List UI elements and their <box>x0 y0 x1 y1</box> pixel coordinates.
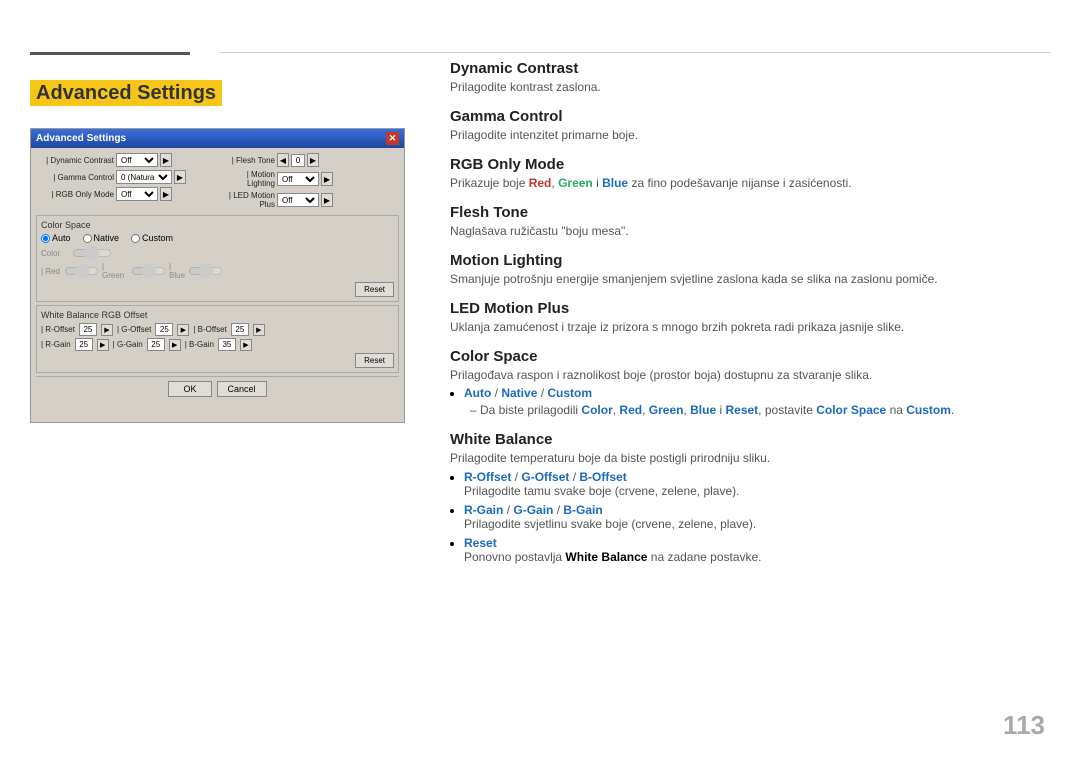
rgb-sliders-row: | Red | Green | Blue <box>41 262 394 280</box>
section-desc-flesh: Naglašava ružičastu "boju mesa". <box>450 224 1045 238</box>
section-desc-dynamic: Prilagodite kontrast zaslona. <box>450 80 1045 94</box>
section-desc-color-space: Prilagođava raspon i raznolikost boje (p… <box>450 368 1045 382</box>
color-space-bullet-1: Auto / Native / Custom <box>464 386 1045 400</box>
white-balance-bullets: R-Offset / G-Offset / B-Offset Prilagodi… <box>450 470 1045 564</box>
red-slider <box>64 265 99 277</box>
color-reset-row: Reset <box>41 282 394 297</box>
dialog-body: | Dynamic Contrast Off ▶ | Gamma Control… <box>31 148 404 406</box>
g-gain-right-btn[interactable]: ▶ <box>169 339 181 351</box>
motion-lighting-right-btn[interactable]: ▶ <box>321 172 333 186</box>
section-title-rgb: RGB Only Mode <box>450 156 1045 173</box>
wb-reset-button[interactable]: Reset <box>355 353 394 368</box>
color-space-radios: Auto Native Custom <box>41 233 394 243</box>
color-space-dash: – Da biste prilagodili Color, Red, Green… <box>470 403 1045 417</box>
dynamic-contrast-right-btn[interactable]: ▶ <box>160 153 172 167</box>
dialog-row-rgb: | RGB Only Mode Off ▶ <box>36 187 215 201</box>
color-inputs-row: Color <box>41 247 394 259</box>
color-slider <box>72 247 112 259</box>
dialog-buttons: OK Cancel <box>36 376 399 401</box>
dialog-row-motion-lighting: | Motion Lighting Off ▶ <box>220 170 399 188</box>
section-color-space: Color Space Prilagođava raspon i raznoli… <box>450 348 1045 417</box>
dialog-screenshot: Advanced Settings ✕ | Dynamic Contrast O… <box>30 128 405 423</box>
led-motion-select[interactable]: Off <box>277 193 319 207</box>
section-led-motion-plus: LED Motion Plus Uklanja zamućenost i trz… <box>450 300 1045 334</box>
b-offset-right-btn[interactable]: ▶ <box>253 324 265 336</box>
content-area: Dynamic Contrast Prilagodite kontrast za… <box>450 60 1045 713</box>
g-offset-right-btn[interactable]: ▶ <box>177 324 189 336</box>
page-title: Advanced Settings <box>30 82 222 105</box>
led-motion-right-btn[interactable]: ▶ <box>321 193 333 207</box>
section-desc-gamma: Prilagodite intenzitet primarne boje. <box>450 128 1045 142</box>
dialog-titlebar: Advanced Settings ✕ <box>31 129 404 148</box>
dialog-left-col: | Dynamic Contrast Off ▶ | Gamma Control… <box>36 153 215 212</box>
dialog-close-button[interactable]: ✕ <box>386 132 399 145</box>
section-desc-white-balance: Prilagodite temperaturu boje da biste po… <box>450 451 1045 465</box>
section-flesh-tone: Flesh Tone Naglašava ružičastu "boju mes… <box>450 204 1045 238</box>
color-space-bullets: Auto / Native / Custom <box>450 386 1045 400</box>
dialog-row-led: | LED Motion Plus Off ▶ <box>220 191 399 209</box>
flesh-tone-right-btn[interactable]: ▶ <box>307 153 319 167</box>
dialog-row-gamma: | Gamma Control 0 (Natural) ▶ <box>36 170 215 184</box>
green-slider <box>131 265 166 277</box>
gamma-control-right-btn[interactable]: ▶ <box>174 170 186 184</box>
color-reset-button[interactable]: Reset <box>355 282 394 297</box>
section-title-white-balance: White Balance <box>450 431 1045 448</box>
flesh-tone-left-btn[interactable]: ◀ <box>277 153 289 167</box>
section-white-balance: White Balance Prilagodite temperaturu bo… <box>450 431 1045 564</box>
section-title-led: LED Motion Plus <box>450 300 1045 317</box>
sidebar-accent-bar <box>30 52 190 55</box>
color-space-auto[interactable]: Auto <box>41 233 71 243</box>
color-space-native[interactable]: Native <box>83 233 120 243</box>
section-motion-lighting: Motion Lighting Smanjuje potrošnju energ… <box>450 252 1045 286</box>
section-rgb-only-mode: RGB Only Mode Prikazuje boje Red, Green … <box>450 156 1045 190</box>
wb-reset-row: Reset <box>41 353 394 368</box>
section-title-gamma: Gamma Control <box>450 108 1045 125</box>
wb-bullet-3: Reset Ponovno postavlja White Balance na… <box>464 536 1045 564</box>
section-title-flesh: Flesh Tone <box>450 204 1045 221</box>
dialog-top-rows: | Dynamic Contrast Off ▶ | Gamma Control… <box>36 153 399 212</box>
motion-lighting-select[interactable]: Off <box>277 172 319 186</box>
b-gain-right-btn[interactable]: ▶ <box>240 339 252 351</box>
dynamic-contrast-select[interactable]: Off <box>116 153 158 167</box>
section-desc-motion-lighting: Smanjuje potrošnju energije smanjenjem s… <box>450 272 1045 286</box>
r-offset-right-btn[interactable]: ▶ <box>101 324 113 336</box>
color-space-custom[interactable]: Custom <box>131 233 173 243</box>
dialog-ok-button[interactable]: OK <box>168 381 211 397</box>
r-gain-right-btn[interactable]: ▶ <box>97 339 109 351</box>
rgb-only-select[interactable]: Off <box>116 187 158 201</box>
dialog-row-dynamic: | Dynamic Contrast Off ▶ <box>36 153 215 167</box>
gamma-control-select[interactable]: 0 (Natural) <box>116 170 172 184</box>
wb-row-1: | R-Offset 25 ▶ | G-Offset 25 ▶ | B-Offs… <box>41 323 394 336</box>
section-desc-led: Uklanja zamućenost i trzaje iz prizora s… <box>450 320 1045 334</box>
color-sliders <box>72 247 112 259</box>
dialog-cancel-button[interactable]: Cancel <box>217 381 267 397</box>
wb-bullet-2: R-Gain / G-Gain / B-Gain Prilagodite svj… <box>464 503 1045 531</box>
page-number: 113 <box>1003 710 1045 741</box>
section-gamma-control: Gamma Control Prilagodite intenzitet pri… <box>450 108 1045 142</box>
blue-slider <box>188 265 223 277</box>
wb-row-2: | R-Gain 25 ▶ | G-Gain 25 ▶ | B-Gain 35 … <box>41 338 394 351</box>
section-dynamic-contrast: Dynamic Contrast Prilagodite kontrast za… <box>450 60 1045 94</box>
dialog-right-col: | Flesh Tone ◀ 0 ▶ | Motion Lighting Off… <box>220 153 399 212</box>
section-desc-rgb: Prikazuje boje Red, Green i Blue za fino… <box>450 176 1045 190</box>
dialog-color-space-group: Color Space Auto Native Custom Color <box>36 215 399 302</box>
wb-bullet-1: R-Offset / G-Offset / B-Offset Prilagodi… <box>464 470 1045 498</box>
section-title-motion-lighting: Motion Lighting <box>450 252 1045 269</box>
dialog-row-flesh: | Flesh Tone ◀ 0 ▶ <box>220 153 399 167</box>
dialog-wb-group: White Balance RGB Offset | R-Offset 25 ▶… <box>36 305 399 373</box>
section-title-dynamic: Dynamic Contrast <box>450 60 1045 77</box>
top-divider <box>220 52 1050 53</box>
section-title-color-space: Color Space <box>450 348 1045 365</box>
rgb-only-right-btn[interactable]: ▶ <box>160 187 172 201</box>
